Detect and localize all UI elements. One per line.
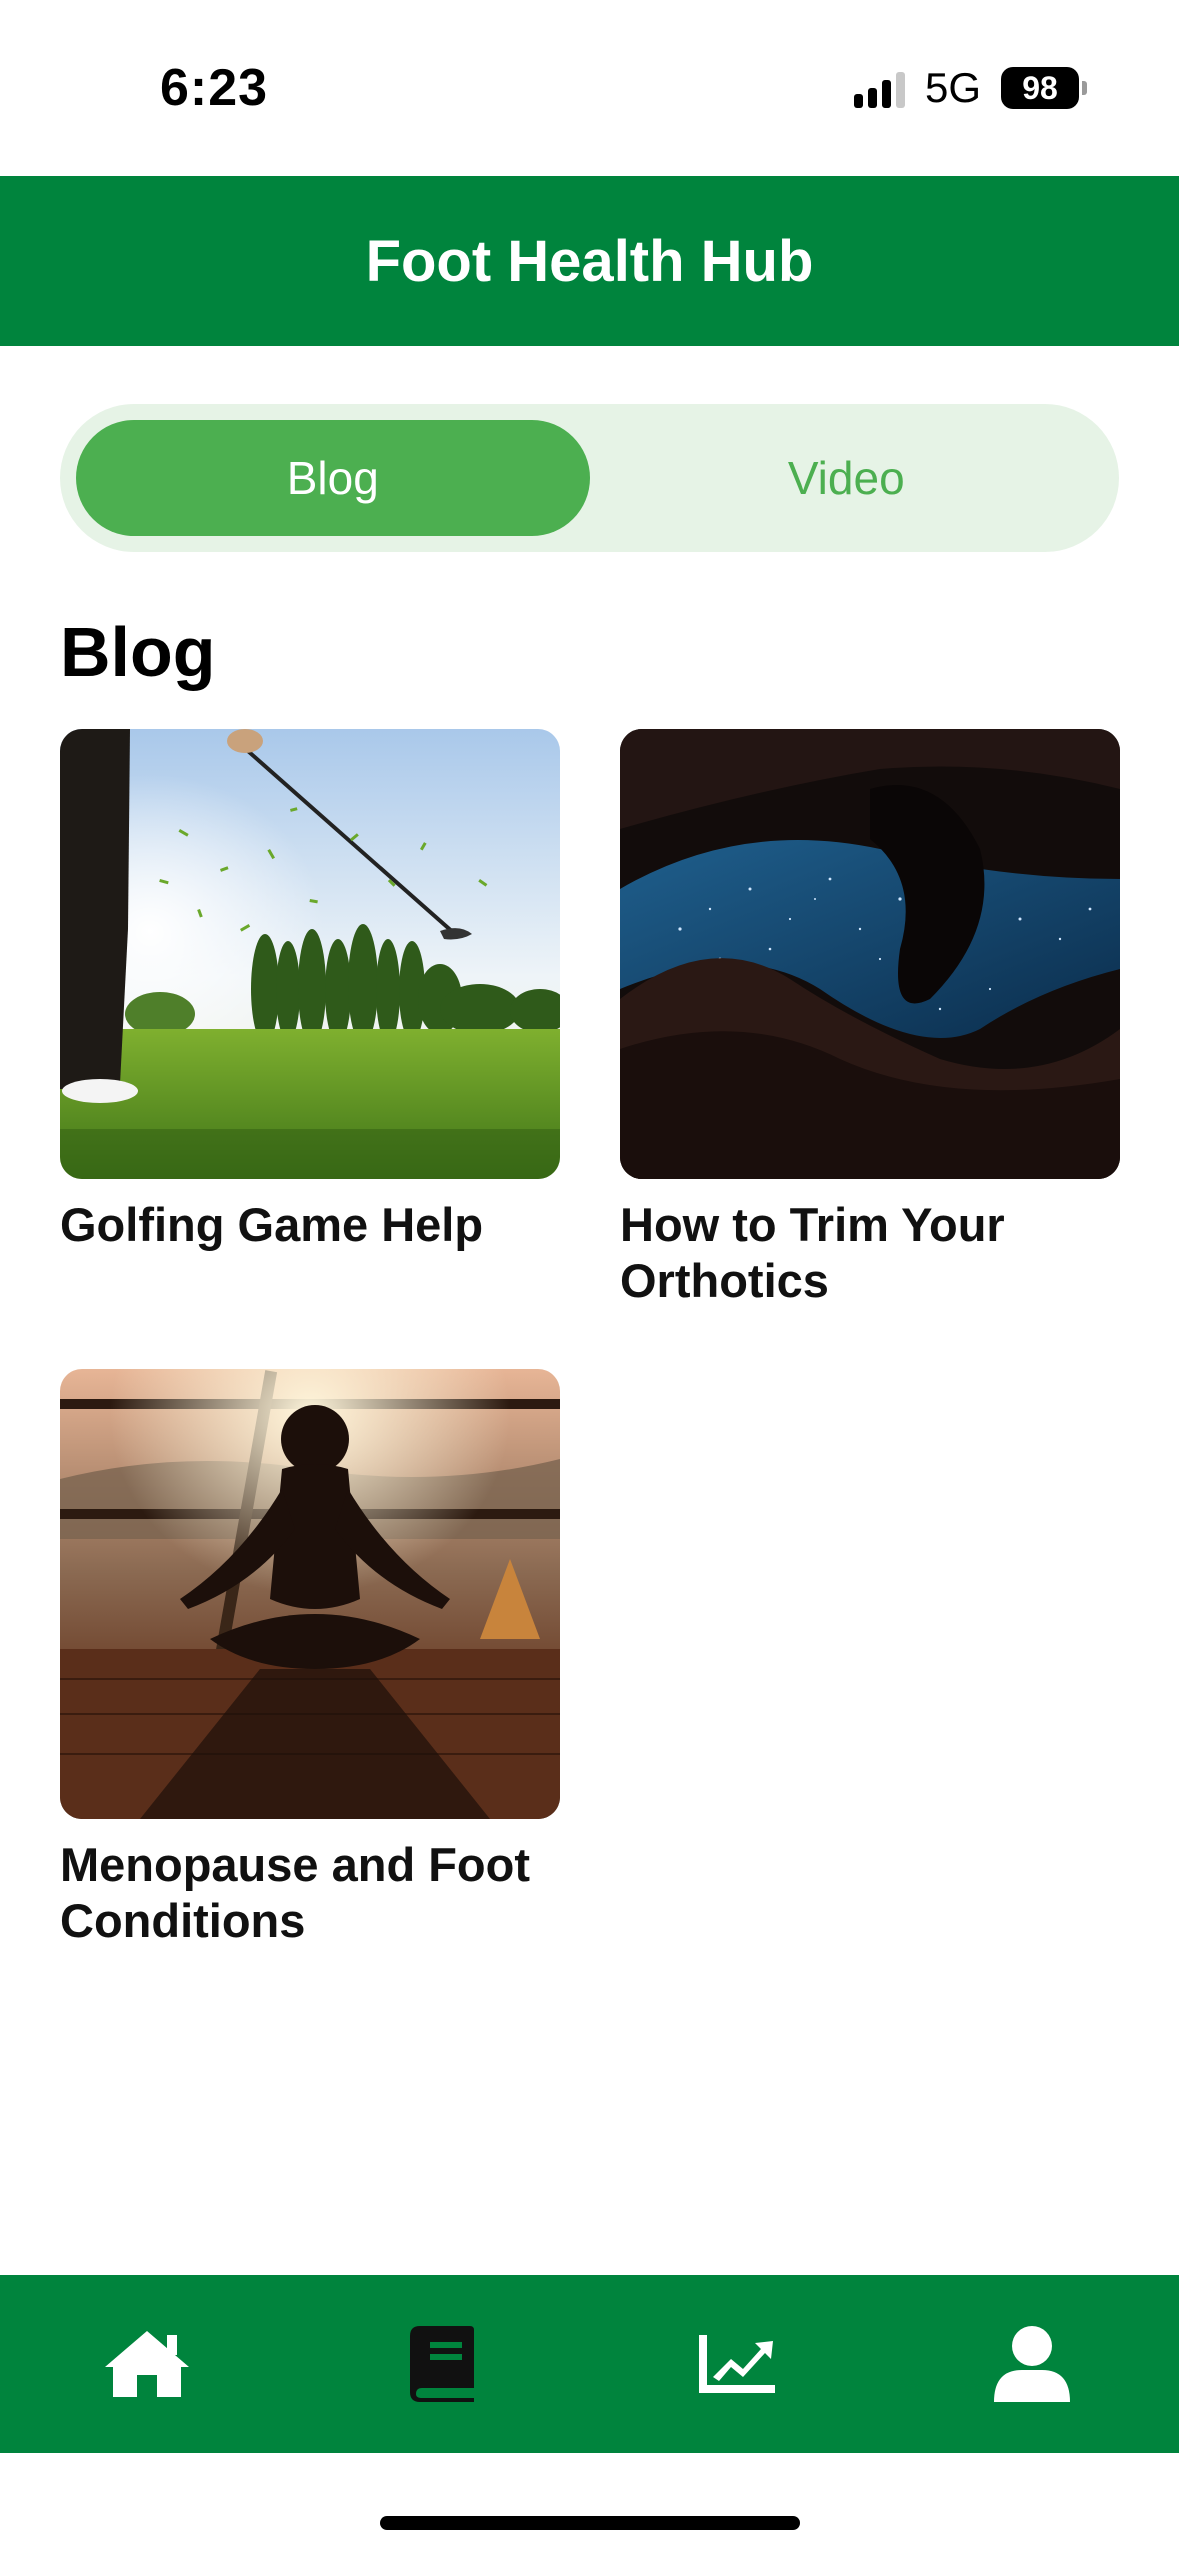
book-icon: [410, 2326, 475, 2402]
home-indicator[interactable]: [380, 2516, 800, 2530]
nav-home[interactable]: [87, 2304, 207, 2424]
home-icon: [105, 2331, 190, 2397]
nav-blog[interactable]: [382, 2304, 502, 2424]
battery-level: 98: [1022, 69, 1058, 106]
network-type: 5G: [924, 64, 981, 111]
battery-icon: 98: [1001, 67, 1087, 109]
tab-blog[interactable]: Blog: [76, 420, 590, 536]
blog-card-menopause[interactable]: Menopause and Foot Conditions: [60, 1369, 560, 1949]
section-title: Blog: [60, 613, 216, 691]
app-header: Foot Health Hub: [0, 176, 1179, 346]
blog-card-title: How to Trim Your Orthotics: [620, 1198, 1005, 1307]
status-indicators: 5G 98: [853, 64, 1087, 112]
blog-card-orthotics[interactable]: How to Trim Your Orthotics: [620, 729, 1120, 1309]
status-time: 6:23: [160, 59, 269, 117]
tab-video[interactable]: Video: [590, 420, 1104, 536]
content-type-switch: Blog Video: [60, 404, 1119, 552]
cellular-signal-icon: [853, 68, 905, 108]
chart-line-icon: [698, 2335, 775, 2393]
blog-card-title: Golfing Game Help: [60, 1198, 484, 1251]
page-title: Foot Health Hub: [365, 228, 814, 294]
bottom-navigation: [0, 2275, 1179, 2453]
meditation-sunset-photo: [60, 1369, 560, 1819]
screen: 6:23 5G 98 Foot Health Hub Blog Video Bl…: [0, 0, 1179, 2556]
golf-swing-photo: [60, 729, 560, 1179]
blog-card-title: Menopause and Foot Conditions: [60, 1838, 530, 1947]
user-icon: [993, 2326, 1070, 2402]
status-bar: 6:23 5G 98: [0, 0, 1179, 176]
nav-profile[interactable]: [972, 2304, 1092, 2424]
nav-progress[interactable]: [677, 2304, 797, 2424]
canyon-night-sky-photo: [620, 729, 1120, 1179]
blog-card-golfing[interactable]: Golfing Game Help: [60, 729, 560, 1253]
